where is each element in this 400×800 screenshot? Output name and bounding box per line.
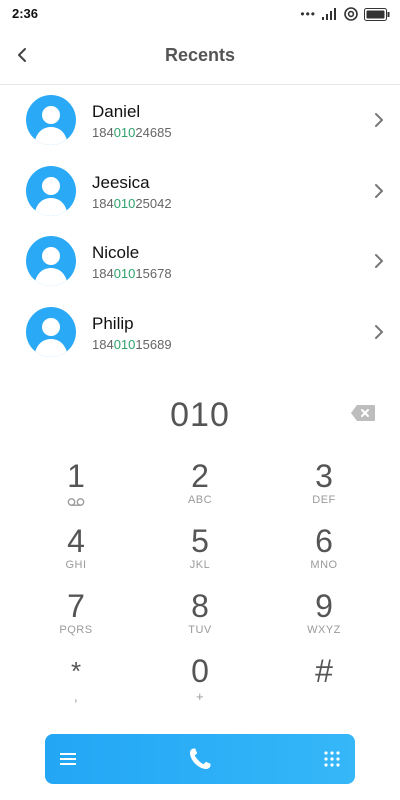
list-item[interactable]: Philip 18401015689 xyxy=(0,297,400,368)
chevron-right-icon[interactable] xyxy=(372,323,386,341)
status-time: 2:36 xyxy=(12,6,39,21)
key-9[interactable]: 9 WXYZ xyxy=(262,588,386,653)
dialpad-grid-icon[interactable] xyxy=(323,750,341,768)
avatar xyxy=(26,306,76,357)
chevron-right-icon[interactable] xyxy=(372,182,386,200)
signal-icon xyxy=(322,8,336,20)
avatar xyxy=(26,165,76,216)
key-letters: ABC xyxy=(187,494,213,506)
key-3[interactable]: 3 DEF xyxy=(262,458,386,523)
key-letters: TUV xyxy=(188,624,212,636)
key-6[interactable]: 6 MNO xyxy=(262,523,386,588)
list-item[interactable]: Daniel 18401024685 xyxy=(0,85,400,156)
key-digit: 0 xyxy=(191,653,209,689)
key-digit: 9 xyxy=(315,588,333,624)
key-7[interactable]: 7 PQRS xyxy=(14,588,138,653)
avatar xyxy=(26,95,76,145)
key-5[interactable]: 5 JKL xyxy=(138,523,262,588)
key-digit: 2 xyxy=(191,458,209,494)
key-digit: 1 xyxy=(67,458,85,494)
key-hash[interactable]: # xyxy=(262,653,386,718)
key-letters: DEF xyxy=(312,494,336,506)
contact-number: 18401025042 xyxy=(92,195,172,211)
phone-call-icon[interactable] xyxy=(187,746,213,772)
dial-readout: 010 xyxy=(0,396,400,436)
page-title: Recents xyxy=(164,45,236,65)
status-bar: 2:36 ••• xyxy=(0,0,400,28)
key-1[interactable]: 1 xyxy=(14,458,138,523)
battery-icon xyxy=(364,7,390,21)
key-digit: 4 xyxy=(67,523,85,559)
key-digit: 7 xyxy=(67,588,85,624)
recents-list: Daniel 18401024685 Jeesica 18401025042 N… xyxy=(0,85,400,367)
key-letters: JKL xyxy=(189,559,211,571)
app-header: Recents xyxy=(0,28,400,85)
key-letters: + xyxy=(195,689,205,704)
wifi-icon xyxy=(344,7,358,21)
key-letters: , xyxy=(73,689,79,704)
chevron-right-icon[interactable] xyxy=(372,252,386,270)
key-digit: 3 xyxy=(315,458,333,494)
key-8[interactable]: 8 TUV xyxy=(138,588,262,653)
contact-name: Daniel xyxy=(92,102,141,121)
key-2[interactable]: 2 ABC xyxy=(138,458,262,523)
key-digit: 6 xyxy=(315,523,333,559)
list-item[interactable]: Jeesica 18401025042 xyxy=(0,156,400,227)
contact-number: 18401024685 xyxy=(92,125,172,140)
keypad: 1 2 ABC 3 DEF 4 GHI 5 JKL 6 MNO 7 PQRS 8… xyxy=(14,458,386,718)
dialed-number: 010 xyxy=(170,396,230,434)
key-0[interactable]: 0 + xyxy=(138,653,262,718)
more-dots-icon: ••• xyxy=(300,7,316,21)
key-letters: WXYZ xyxy=(307,624,341,636)
key-letters: MNO xyxy=(310,559,338,571)
key-digit: # xyxy=(315,653,333,689)
list-item[interactable]: Nicole 18401015678 xyxy=(0,226,400,297)
key-star[interactable]: * , xyxy=(14,653,138,718)
key-4[interactable]: 4 GHI xyxy=(14,523,138,588)
avatar xyxy=(26,236,76,286)
key-digit: * xyxy=(70,656,82,686)
contact-name: Jeesica xyxy=(92,172,150,192)
backspace-icon[interactable] xyxy=(350,404,376,422)
key-digit: 8 xyxy=(191,588,209,624)
contact-name: Nicole xyxy=(92,243,140,262)
key-digit: 5 xyxy=(191,523,209,559)
key-letters: PQRS xyxy=(59,624,93,636)
contact-name: Philip xyxy=(92,313,134,333)
key-letters: GHI xyxy=(65,559,87,571)
menu-icon[interactable] xyxy=(59,750,77,768)
voicemail-icon xyxy=(67,498,85,506)
contact-number: 18401015678 xyxy=(92,266,172,281)
call-bar xyxy=(45,734,355,784)
chevron-right-icon[interactable] xyxy=(372,111,386,129)
contact-number: 18401015689 xyxy=(92,336,172,352)
